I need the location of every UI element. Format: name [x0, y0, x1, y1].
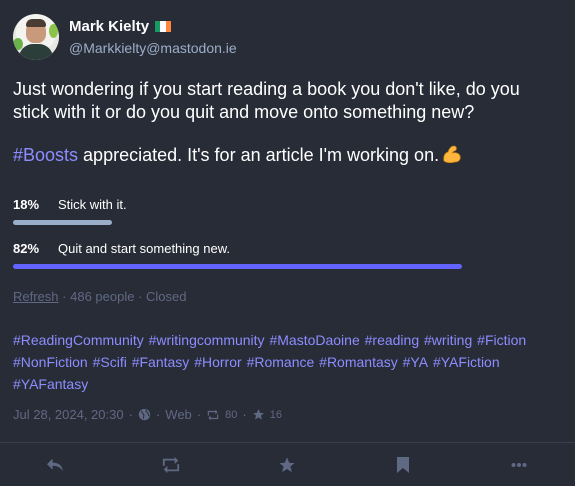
globe-icon [138, 408, 151, 421]
reply-icon [47, 458, 63, 472]
hashtag-link[interactable]: #writingcommunity [149, 332, 265, 348]
hashtag-link[interactable]: #Fantasy [132, 354, 190, 370]
poll-option-bar [13, 220, 112, 225]
hashtag-link[interactable]: #MastoDaoine [269, 332, 359, 348]
poll-option-percent: 82% [13, 241, 40, 256]
hashtag-link[interactable]: #Romance [247, 354, 315, 370]
poll-option-label: Quit and start something new. [58, 241, 230, 256]
status-application: Web [165, 407, 192, 422]
boost-button[interactable] [160, 455, 182, 475]
display-name-row[interactable]: Mark Kielty [69, 17, 237, 35]
boost-count: 80 [225, 408, 238, 421]
poll-option: 18% Stick with it. [13, 195, 513, 239]
hashtag-link[interactable]: #Boosts [13, 145, 78, 165]
hashtag-link[interactable]: #NonFiction [13, 354, 88, 370]
avatar[interactable] [13, 14, 59, 60]
ireland-flag-icon [155, 20, 172, 32]
author-names: Mark Kielty @Markkielty@mastodon.ie [69, 17, 237, 57]
hashtag-link[interactable]: #YA [403, 354, 428, 370]
hashtag-link[interactable]: #Fiction [477, 332, 526, 348]
poll-refresh-link[interactable]: Refresh [13, 289, 59, 304]
content-paragraph-2: #Boosts appreciated. It's for an article… [13, 144, 558, 167]
bookmark-button[interactable] [392, 455, 414, 475]
hashtag-link[interactable]: #writing [424, 332, 472, 348]
content-paragraph-2-text: appreciated. It's for an article I'm wor… [78, 145, 440, 165]
display-name[interactable]: Mark Kielty [69, 18, 149, 35]
hashtag-link[interactable]: #Romantasy [319, 354, 398, 370]
poll-option: 82% Quit and start something new. [13, 239, 513, 283]
poll-status: Closed [146, 289, 187, 304]
hashtag-link[interactable]: #reading [365, 332, 420, 348]
hashtag-link[interactable]: #ReadingCommunity [13, 332, 144, 348]
status-content: Just wondering if you start reading a bo… [13, 78, 558, 187]
poll-option-percent: 18% [13, 197, 40, 212]
favourite-icon [279, 457, 295, 473]
more-button[interactable] [508, 455, 530, 475]
hashtag-link[interactable]: #YAFiction [433, 354, 500, 370]
status-header[interactable]: Mark Kielty @Markkielty@mastodon.ie [13, 14, 237, 60]
action-bar [0, 443, 575, 486]
hashtag-link[interactable]: #Horror [194, 354, 241, 370]
hashtag-link[interactable]: #Scifi [93, 354, 127, 370]
account-handle[interactable]: @Markkielty@mastodon.ie [69, 40, 237, 56]
content-paragraph-1: Just wondering if you start reading a bo… [13, 79, 520, 122]
flexed-biceps-icon [443, 145, 461, 164]
boost-count-icon [207, 409, 219, 420]
poll-option-bar-leading [13, 264, 462, 269]
poll: 18% Stick with it. 82% Quit and start so… [13, 195, 513, 283]
status-timestamp[interactable]: Jul 28, 2024, 20:30 [13, 407, 124, 422]
poll-footer: Refresh · 486 people · Closed [13, 289, 187, 304]
reply-button[interactable] [44, 455, 66, 475]
status-card: Mark Kielty @Markkielty@mastodon.ie Just… [0, 0, 575, 486]
poll-voter-count: 486 people [70, 289, 135, 304]
favourite-count: 16 [269, 408, 282, 421]
bookmark-icon [397, 457, 409, 473]
more-icon [511, 463, 527, 467]
poll-option-label: Stick with it. [58, 197, 127, 212]
favourite-button[interactable] [276, 455, 298, 475]
hashtag-link[interactable]: #YAFantasy [13, 376, 88, 392]
boost-icon [162, 456, 180, 474]
hashtag-list: #ReadingCommunity #writingcommunity #Mas… [13, 329, 561, 395]
favourite-count-icon [252, 409, 264, 420]
status-meta: Jul 28, 2024, 20:30 · · Web · 80 · 16 [13, 407, 282, 422]
